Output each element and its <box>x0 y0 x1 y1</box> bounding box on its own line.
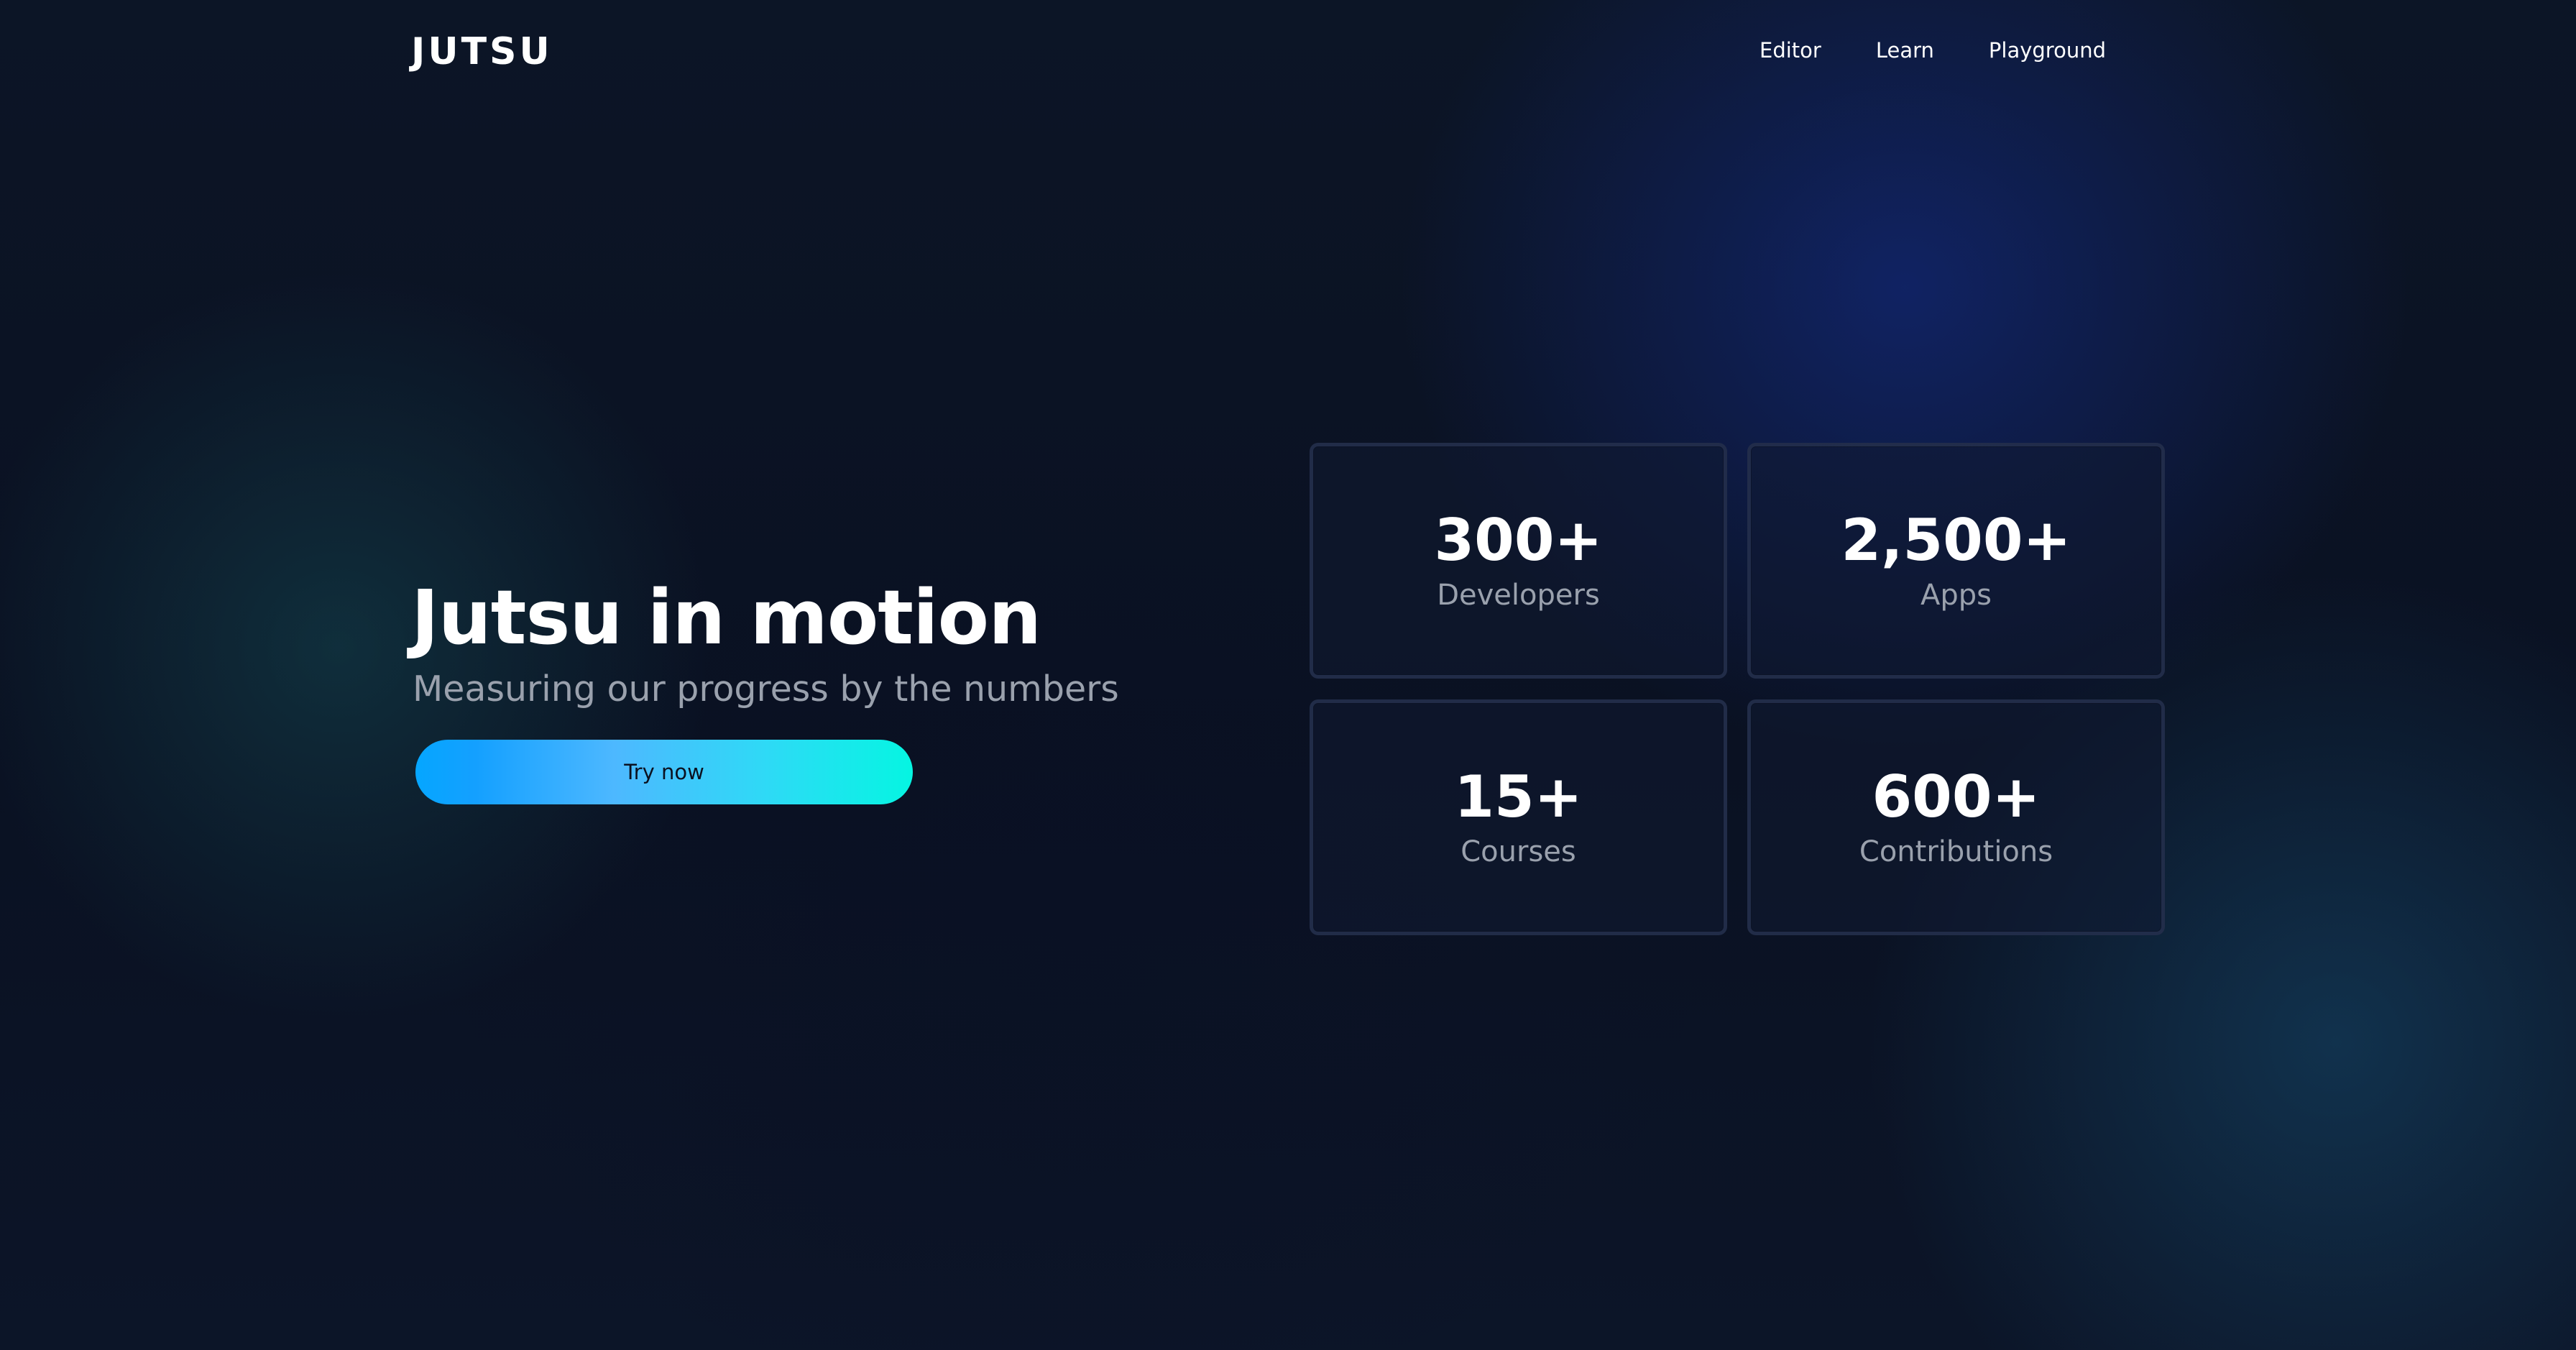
hero-title: Jutsu in motion <box>411 574 1041 661</box>
stat-card-developers: 300+ Developers <box>1310 443 1727 679</box>
stat-card-contributions: 600+ Contributions <box>1747 699 2165 935</box>
stat-card-courses: 15+ Courses <box>1310 699 1727 935</box>
stat-value: 300+ <box>1434 507 1603 574</box>
stat-label: Developers <box>1437 579 1600 612</box>
stat-value: 15+ <box>1454 763 1583 830</box>
hero-subtitle: Measuring our progress by the numbers <box>413 669 1119 710</box>
stat-card-apps: 2,500+ Apps <box>1747 443 2165 679</box>
landing-page: JUTSU Editor Learn Playground Jutsu in m… <box>0 0 2576 1350</box>
stats-grid: 300+ Developers 2,500+ Apps 15+ Courses … <box>1310 443 2165 935</box>
nav-link-playground[interactable]: Playground <box>1989 35 2106 66</box>
stat-label: Courses <box>1460 835 1576 868</box>
nav-link-learn[interactable]: Learn <box>1876 35 1934 66</box>
stat-label: Contributions <box>1859 835 2053 868</box>
try-now-button[interactable]: Try now <box>415 740 913 804</box>
stat-value: 600+ <box>1872 763 2041 830</box>
nav-link-editor[interactable]: Editor <box>1760 35 1821 66</box>
main-nav: Editor Learn Playground <box>1760 35 2106 66</box>
stat-value: 2,500+ <box>1841 507 2071 574</box>
stat-label: Apps <box>1920 579 1992 612</box>
logo[interactable]: JUTSU <box>411 29 553 75</box>
